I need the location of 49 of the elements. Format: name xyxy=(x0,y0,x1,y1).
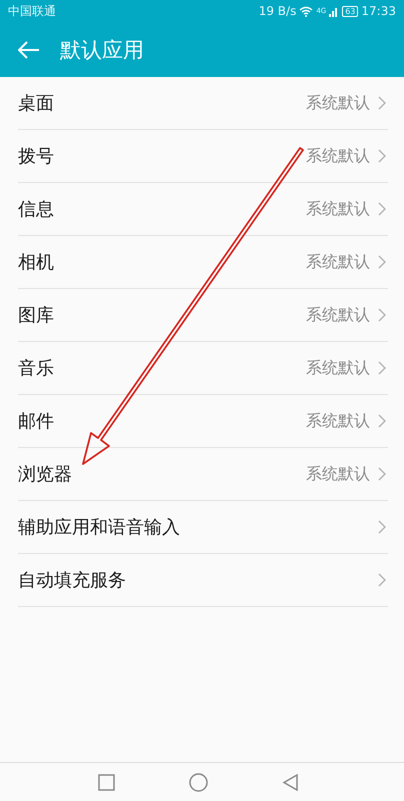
chevron-icon xyxy=(378,149,386,163)
row-value: 系统默认 xyxy=(306,464,370,484)
settings-row[interactable]: 辅助应用和语音输入 xyxy=(18,501,388,554)
row-label: 邮件 xyxy=(18,410,55,433)
chevron-icon xyxy=(378,361,386,375)
page-title: 默认应用 xyxy=(60,36,144,64)
row-value: 系统默认 xyxy=(306,146,370,166)
row-label: 信息 xyxy=(18,198,55,221)
settings-row[interactable]: 音乐 系统默认 xyxy=(18,342,388,395)
chevron-icon xyxy=(378,467,386,481)
row-label: 浏览器 xyxy=(18,463,73,486)
clock-time: 17:33 xyxy=(361,4,396,18)
home-icon[interactable] xyxy=(188,772,208,792)
chevron-icon xyxy=(378,96,386,110)
row-value: 系统默认 xyxy=(306,252,370,272)
settings-row[interactable]: 桌面 系统默认 xyxy=(18,77,388,130)
settings-row[interactable]: 邮件 系统默认 xyxy=(18,395,388,448)
battery-level: 63 xyxy=(342,6,358,16)
signal-icon xyxy=(329,6,340,16)
wifi-icon xyxy=(299,6,314,16)
row-label: 自动填充服务 xyxy=(18,569,127,592)
chevron-icon xyxy=(378,202,386,216)
settings-row[interactable]: 相机 系统默认 xyxy=(18,236,388,289)
back-icon[interactable] xyxy=(18,40,40,58)
row-value: 系统默认 xyxy=(306,304,370,326)
recents-icon[interactable] xyxy=(98,774,114,790)
chevron-icon xyxy=(378,573,386,587)
carrier-name: 中国联通 xyxy=(8,2,56,20)
row-label: 拨号 xyxy=(18,145,55,168)
row-value: 系统默认 xyxy=(306,358,370,378)
row-label: 音乐 xyxy=(18,357,55,380)
row-label: 桌面 xyxy=(18,92,55,115)
chevron-icon xyxy=(378,414,386,428)
settings-row[interactable]: 信息 系统默认 xyxy=(18,183,388,236)
row-value: 系统默认 xyxy=(306,410,370,432)
row-value: 系统默认 xyxy=(306,198,370,220)
row-label: 相机 xyxy=(18,251,55,274)
settings-row[interactable]: 图库 系统默认 xyxy=(18,289,388,342)
chevron-icon xyxy=(378,308,386,322)
back-triangle-icon[interactable] xyxy=(282,774,298,790)
chevron-icon xyxy=(378,255,386,269)
chevron-icon xyxy=(378,520,386,534)
row-label: 辅助应用和语音输入 xyxy=(18,516,181,539)
row-label: 图库 xyxy=(18,304,55,327)
settings-row[interactable]: 自动填充服务 xyxy=(18,554,388,607)
settings-row[interactable]: 浏览器 系统默认 xyxy=(18,448,388,501)
settings-row[interactable]: 拨号 系统默认 xyxy=(18,130,388,183)
row-value: 系统默认 xyxy=(306,92,370,114)
network-speed: 19 B/s xyxy=(258,4,296,18)
